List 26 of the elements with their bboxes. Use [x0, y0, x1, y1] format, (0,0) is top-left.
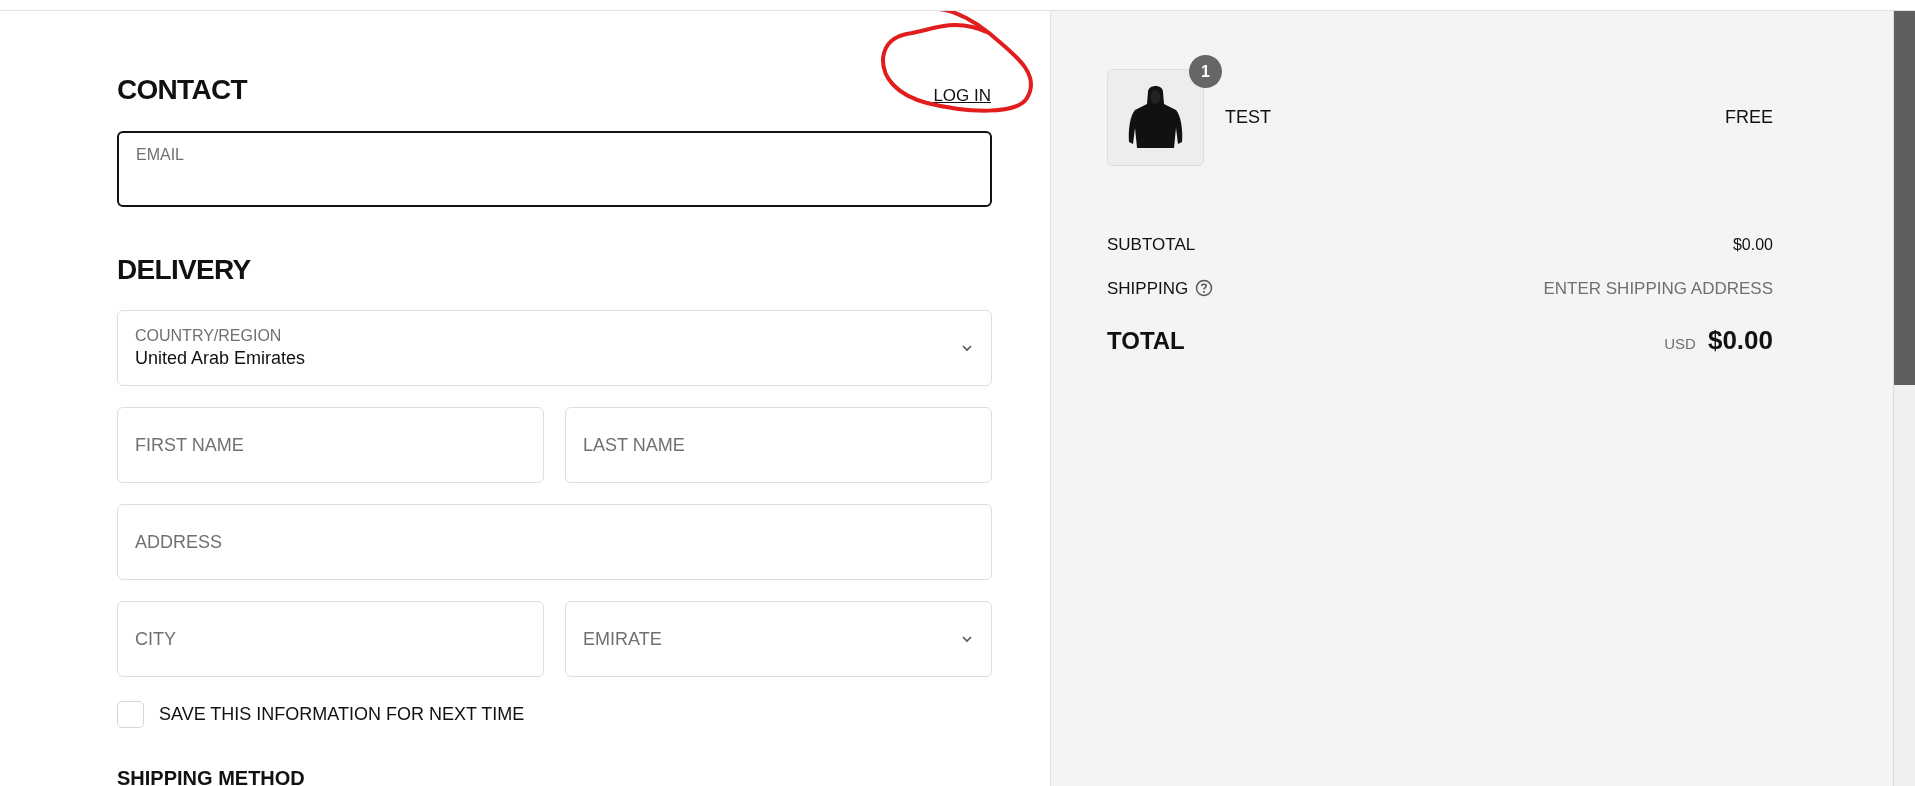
shipping-method-heading: SHIPPING METHOD [117, 766, 306, 786]
input-field[interactable]: ADDRESS [117, 504, 992, 580]
currency-code: USD [1664, 334, 1696, 354]
product-price: FREE [1725, 106, 1773, 129]
input-field[interactable]: CITY [117, 601, 544, 677]
select-field[interactable]: EMIRATE [565, 601, 992, 677]
contact-heading: CONTACT [117, 73, 247, 107]
quantity-badge: 1 [1189, 55, 1222, 88]
total-value: $0.00 [1707, 324, 1773, 357]
checkbox-label: SAVE THIS INFORMATION FOR NEXT TIME [159, 703, 525, 726]
delivery-heading: DELIVERY [117, 253, 252, 287]
scrollbar-thumb[interactable] [1894, 11, 1915, 385]
total-label: TOTAL [1107, 325, 1185, 356]
shipping-label: SHIPPING [1107, 277, 1189, 300]
select-field[interactable]: COUNTRY/REGION United Arab Emirates [117, 310, 992, 386]
log-in-link[interactable]: LOG IN [933, 82, 991, 108]
subtotal-value: $0.00 [1732, 234, 1773, 255]
input-field[interactable]: FIRST NAME [117, 407, 544, 483]
input-field[interactable]: EMAIL [117, 131, 992, 207]
subtotal-label: SUBTOTAL [1107, 234, 1196, 256]
product-name: TEST [1225, 106, 1272, 129]
checkbox[interactable] [117, 701, 144, 728]
scrollbar[interactable] [1893, 11, 1915, 786]
help-icon[interactable] [1195, 279, 1214, 298]
shipping-value: ENTER SHIPPING ADDRESS [1543, 277, 1773, 300]
input-field[interactable]: LAST NAME [565, 407, 992, 483]
